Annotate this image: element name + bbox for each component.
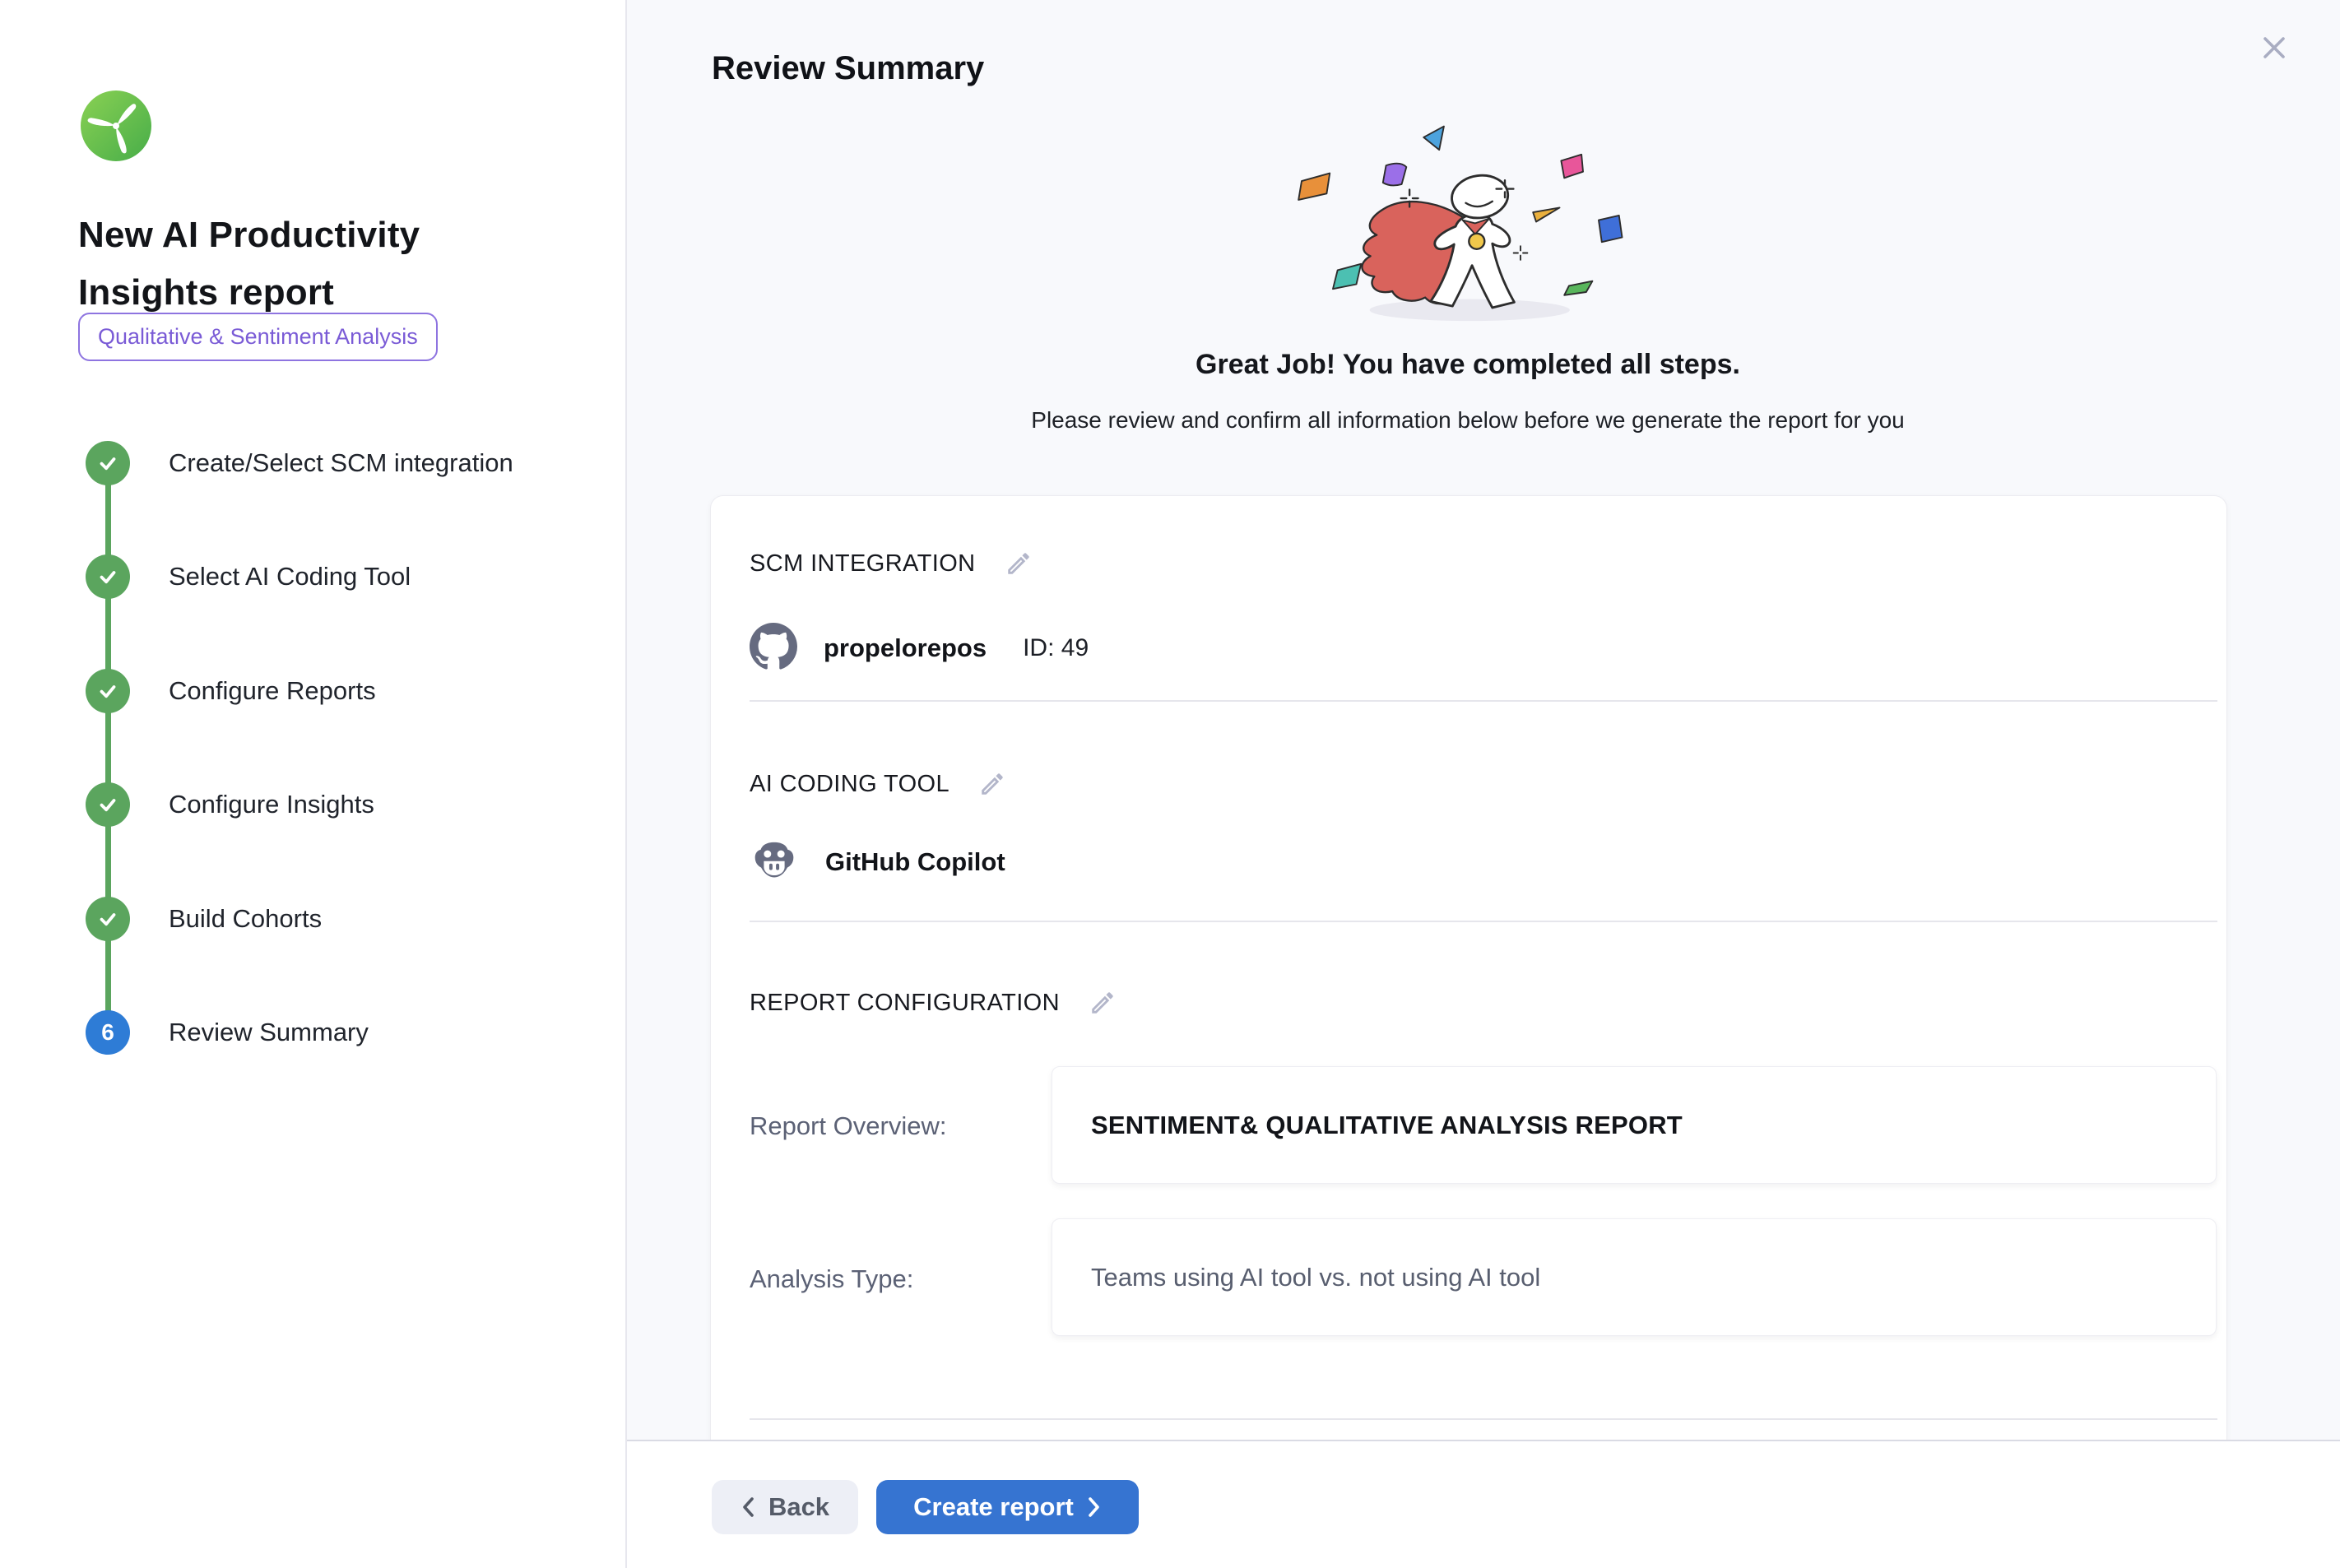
- sidebar-step-ai-coding-tool[interactable]: Select AI Coding Tool: [86, 554, 411, 599]
- edit-scm-integration-button[interactable]: [1002, 547, 1035, 580]
- step-label: Configure Reports: [169, 676, 376, 706]
- check-icon: [86, 897, 130, 941]
- check-icon: [86, 669, 130, 713]
- analysis-type-value-card: Teams using AI tool vs. not using AI too…: [1052, 1218, 2217, 1336]
- edit-report-configuration-button[interactable]: [1086, 986, 1119, 1019]
- celebration-hero-illustration: [1259, 120, 1720, 339]
- review-summary-panel: Review Summary: [627, 0, 2340, 1568]
- step-label: Create/Select SCM integration: [169, 448, 513, 478]
- close-icon: [2259, 32, 2290, 63]
- section-heading: AI CODING TOOL: [750, 771, 949, 798]
- check-icon: [86, 782, 130, 827]
- stepper-connector: [105, 463, 111, 1032]
- step-label: Review Summary: [169, 1018, 369, 1047]
- hero-subheading: Please review and confirm all informatio…: [710, 407, 2226, 434]
- sidebar-step-build-cohorts[interactable]: Build Cohorts: [86, 897, 322, 941]
- chevron-left-icon: [741, 1496, 755, 1519]
- summary-card: SCM INTEGRATION propelorepos ID: 49: [710, 495, 2227, 1440]
- scm-integration-name: propelorepos: [824, 633, 987, 663]
- github-copilot-icon: [750, 837, 799, 888]
- close-button[interactable]: [2256, 30, 2292, 66]
- sidebar-step-configure-reports[interactable]: Configure Reports: [86, 669, 376, 713]
- chevron-right-icon: [1087, 1496, 1102, 1519]
- report-configuration-section-header: REPORT CONFIGURATION: [750, 986, 1119, 1019]
- sidebar-step-scm-integration[interactable]: Create/Select SCM integration: [86, 441, 513, 485]
- app-window: New AI Productivity Insights report Qual…: [0, 0, 2340, 1568]
- create-report-button-label: Create report: [913, 1492, 1074, 1522]
- create-report-button[interactable]: Create report: [876, 1480, 1139, 1534]
- step-number-badge: 6: [86, 1010, 130, 1055]
- back-button-label: Back: [768, 1492, 829, 1522]
- pencil-icon: [1089, 989, 1117, 1017]
- check-icon: [86, 554, 130, 599]
- wizard-stepper: Create/Select SCM integration Select AI …: [0, 0, 625, 1568]
- step-label: Build Cohorts: [169, 904, 322, 934]
- report-overview-value: SENTIMENT& QUALITATIVE ANALYSIS REPORT: [1091, 1111, 1683, 1140]
- ai-coding-tool-name: GitHub Copilot: [825, 847, 1005, 877]
- section-heading: REPORT CONFIGURATION: [750, 990, 1060, 1017]
- section-divider: [750, 921, 2217, 922]
- scm-integration-section-header: SCM INTEGRATION: [750, 547, 1035, 580]
- sidebar-step-configure-insights[interactable]: Configure Insights: [86, 782, 374, 827]
- step-label: Select AI Coding Tool: [169, 562, 411, 591]
- report-overview-label: Report Overview:: [750, 1111, 946, 1141]
- wizard-sidebar: New AI Productivity Insights report Qual…: [0, 0, 627, 1568]
- edit-ai-coding-tool-button[interactable]: [976, 768, 1009, 800]
- section-heading: SCM INTEGRATION: [750, 550, 976, 578]
- pencil-icon: [1005, 550, 1033, 578]
- wizard-footer: Back Create report: [627, 1440, 2340, 1568]
- page-title: Review Summary: [712, 50, 984, 87]
- section-divider: [750, 700, 2217, 702]
- section-divider: [750, 1418, 2217, 1420]
- step-label: Configure Insights: [169, 790, 374, 819]
- scm-integration-id: ID: 49: [1023, 634, 1089, 662]
- sidebar-step-review-summary[interactable]: 6 Review Summary: [86, 1010, 369, 1055]
- check-icon: [86, 441, 130, 485]
- github-octocat-icon: [750, 623, 797, 675]
- hero-heading: Great Job! You have completed all steps.: [710, 349, 2226, 381]
- back-button[interactable]: Back: [712, 1480, 858, 1534]
- report-overview-value-card: SENTIMENT& QUALITATIVE ANALYSIS REPORT: [1052, 1066, 2217, 1184]
- pencil-icon: [978, 770, 1006, 798]
- analysis-type-value: Teams using AI tool vs. not using AI too…: [1091, 1263, 1540, 1292]
- ai-coding-tool-section-header: AI CODING TOOL: [750, 768, 1009, 800]
- ai-coding-tool-row: GitHub Copilot: [750, 838, 1005, 886]
- analysis-type-label: Analysis Type:: [750, 1264, 913, 1294]
- scm-integration-row: propelorepos ID: 49: [750, 624, 1089, 672]
